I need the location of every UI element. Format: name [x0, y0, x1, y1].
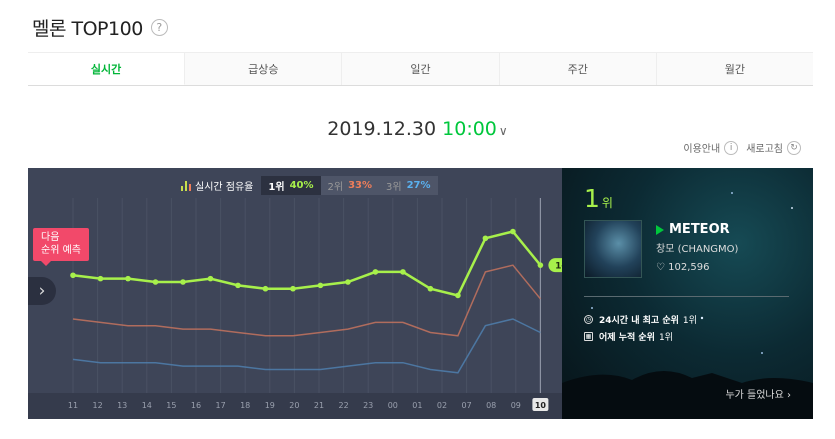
x-tick-label: 08 — [486, 401, 496, 410]
x-tick-label: 18 — [240, 401, 250, 410]
x-tick-label: 14 — [142, 401, 152, 410]
share-line-chart: 1위 11 12 13 14 15 16 17 18 19 20 21 22 23 00 01 02 07 08 09… — [28, 198, 562, 419]
tab-weekly[interactable]: 주간 — [499, 53, 657, 85]
data-point — [345, 279, 351, 285]
x-tick-label: 20 — [289, 401, 299, 410]
title-row: 멜론 TOP100 ? — [32, 14, 168, 41]
x-tick-label: 02 — [437, 401, 447, 410]
stat-best-rank: ◷ 24시간 내 최고 순위 1위 — [584, 315, 697, 326]
x-tick-label: 11 — [68, 401, 78, 410]
predict-line2: 순위 예측 — [41, 245, 81, 256]
who-listened-link[interactable]: 누가 들었나요 › — [725, 386, 791, 401]
data-point — [180, 279, 186, 285]
divider — [584, 296, 789, 297]
x-tick-label: 16 — [191, 401, 201, 410]
data-point — [455, 292, 461, 299]
refresh-icon[interactable]: ↻ — [787, 140, 801, 155]
chart-date: 2019.12.30 — [327, 118, 437, 140]
chart-datetime[interactable]: 2019.12.30 10:00 ∨ — [0, 118, 835, 140]
x-tick-label: 22 — [339, 401, 349, 410]
data-point — [510, 228, 516, 235]
x-tick-label: 10 — [535, 401, 547, 410]
data-point — [207, 275, 214, 282]
x-tick-label: 19 — [265, 401, 275, 410]
next-rank-predict-tooltip[interactable]: 다음 순위 예측 — [33, 228, 89, 266]
current-rank-panel: 1위 METEOR 창모 (CHANGMO) ♡ 102,596 ◷ 24시간 내… — [562, 168, 813, 419]
util-links: 이용안내 i 새로고침 ↻ — [683, 140, 809, 155]
chevron-right-icon[interactable]: › — [28, 277, 56, 305]
tab-daily[interactable]: 일간 — [342, 53, 500, 85]
calendar-icon: ▦ — [584, 332, 593, 341]
x-tick-label: 00 — [388, 401, 398, 410]
refresh-link[interactable]: 새로고침 — [746, 140, 783, 155]
data-point — [125, 275, 131, 282]
data-point — [372, 269, 379, 275]
chart-time: 10:00 — [442, 118, 497, 140]
album-cover[interactable] — [584, 220, 642, 278]
data-point — [537, 262, 544, 268]
guide-link[interactable]: 이용안내 — [683, 140, 720, 155]
tab-realtime[interactable]: 실시간 — [28, 53, 186, 85]
tab-rising[interactable]: 급상승 — [185, 53, 343, 85]
x-tick-label: 23 — [363, 401, 373, 410]
data-point — [317, 282, 324, 289]
current-rank: 1위 — [584, 184, 613, 213]
data-point — [400, 269, 406, 275]
like-count[interactable]: ♡ 102,596 — [656, 262, 710, 273]
info-icon[interactable]: i — [724, 140, 739, 155]
x-tick-label: 13 — [117, 401, 127, 410]
series-line-1위 — [72, 230, 542, 297]
series-line-2위 — [72, 264, 541, 337]
data-point — [97, 275, 104, 282]
chevron-down-icon[interactable]: ∨ — [499, 124, 508, 138]
play-icon[interactable] — [656, 224, 664, 235]
song-title[interactable]: METEOR — [656, 222, 730, 237]
stat-yesterday-rank: ▦ 어제 누적 순위 1위 — [584, 332, 673, 343]
artist-name[interactable]: 창모 (CHANGMO) — [656, 240, 738, 255]
predict-line1: 다음 — [41, 232, 60, 243]
tab-monthly[interactable]: 월간 — [656, 53, 814, 85]
data-point — [290, 285, 296, 292]
data-point — [70, 272, 76, 279]
page-title: 멜론 TOP100 — [32, 18, 143, 40]
data-point — [262, 285, 269, 292]
series-line-3위 — [72, 318, 541, 374]
x-tick-label: 07 — [462, 401, 472, 410]
x-tick-label: 01 — [412, 401, 422, 410]
x-tick-label: 12 — [93, 401, 103, 410]
chart-tabs: 실시간 급상승 일간 주간 월간 — [28, 52, 814, 86]
data-point — [235, 282, 241, 289]
data-point — [427, 285, 434, 292]
clock-icon: ◷ — [584, 315, 593, 324]
x-tick-label: 21 — [314, 401, 324, 410]
end-label: 1위 — [555, 260, 562, 272]
x-tick-label: 17 — [216, 401, 226, 410]
help-icon[interactable]: ? — [150, 19, 168, 36]
x-tick-label: 15 — [166, 401, 176, 410]
data-point — [482, 235, 489, 242]
data-point — [152, 279, 159, 285]
x-tick-label: 09 — [511, 401, 521, 410]
song-title-text: METEOR — [669, 222, 730, 237]
